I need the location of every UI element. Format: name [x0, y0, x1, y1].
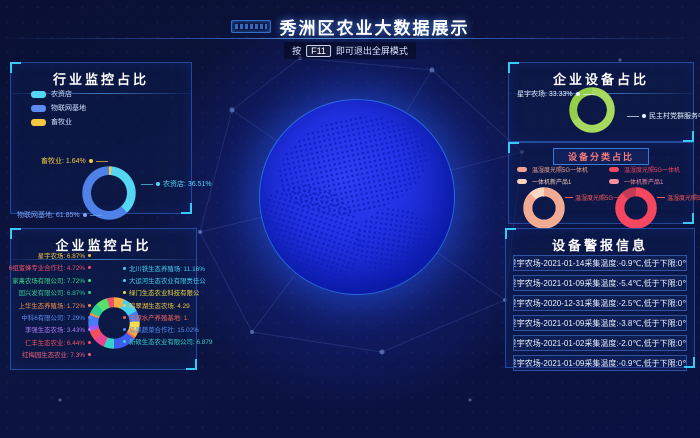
hint-suffix: 即可退出全屏模式 — [336, 44, 408, 57]
legend-item[interactable]: 一体机新产品1 — [609, 177, 680, 186]
alarm-row: 星宇农场-2021-01-02采集温度:-2.0℃,低于下限:0℃ — [513, 335, 687, 351]
legend-swatch — [517, 179, 527, 184]
device-class-donut[interactable] — [615, 187, 657, 229]
legend-swatch — [609, 167, 619, 172]
legend-item[interactable]: 一体机新产品1 — [517, 177, 588, 186]
panel-enterprise-ratio: 企业监控占比 星宇农场: 6.87% 6组蜜蜂专业合作社: 4.72% 家禽农场… — [10, 228, 197, 370]
panel-title: 企业设备占比 — [509, 63, 693, 88]
device-class-title: 设备分类占比 — [553, 148, 649, 165]
legend-label: 物联网基地 — [51, 103, 86, 113]
device-class-chart-right: 温湿度光照5G一体机 一体机新产品1 温湿度光照5G一… — [601, 165, 693, 223]
enterprise-labels-right: 北川铁生态养殖场: 11.16% 大运河生态农业有限责任公 绿门生态农业科技有限… — [123, 264, 193, 346]
panel-title: 设备警报信息 — [506, 229, 694, 254]
panel-alarms: 设备警报信息 星宇农场-2021-01-14采集温度:-0.9℃,低于下限:0℃… — [505, 228, 695, 368]
enterprise-label: 绿门生态农业科技有限公 — [123, 288, 199, 297]
fullscreen-hint: 按 F11 即可退出全屏模式 — [284, 42, 416, 59]
legend-label: 温湿度光照5G一体机 — [532, 165, 588, 174]
callout-device-right: 民主村党群服务中心: — [627, 111, 700, 121]
panel-title: 行业监控占比 — [11, 63, 191, 88]
page-title: 秀洲区农业大数据展示 — [280, 14, 470, 39]
legend-swatch — [31, 119, 46, 126]
enterprise-label: 新硕生态农业有限公司: 6.879 — [123, 337, 212, 346]
panel-device-class: 设备分类占比 温湿度光照5G一体机 一体机新产品1 温湿度光照5G一… — [508, 142, 694, 224]
enterprise-label: 鸣翠湖生态农场: 4.29 — [123, 301, 190, 310]
alarm-row: 星宇农场-2021-01-14采集温度:-0.9℃,低于下限:0℃ — [513, 255, 687, 271]
legend-label: 畜牧业 — [51, 117, 72, 127]
mini-legend: 温湿度光照5G一体机 一体机新产品1 — [517, 165, 588, 186]
legend-item[interactable]: 物联网基地 — [31, 103, 86, 113]
callout-store: 农资店: 36.51% — [141, 179, 212, 189]
enterprise-label: 家禽农场有限公司: 7.72% — [12, 276, 91, 285]
f11-keycap: F11 — [306, 45, 331, 57]
callout-iot: 物联网基地: 61.85% — [17, 210, 102, 220]
pointer-label: 温湿度光照5G一… — [657, 193, 700, 202]
header-divider — [0, 38, 700, 39]
legend-swatch — [31, 91, 46, 98]
legend-item[interactable]: 畜牧业 — [31, 117, 86, 127]
legend-swatch — [609, 179, 619, 184]
alarm-row: 星宇农场-2021-01-09采集温度:-5.4℃,低于下限:0℃ — [513, 275, 687, 291]
mini-legend: 温湿度光照5G一体机 一体机新产品1 — [609, 165, 680, 186]
logo-badge — [231, 20, 271, 33]
legend-label: 温湿度光照5G一体机 — [624, 165, 680, 174]
legend-item[interactable]: 温湿度光照5G一体机 — [609, 165, 680, 174]
device-class-donut[interactable] — [523, 187, 565, 229]
alarm-row: 星宇农场-2020-12-31采集温度:-2.5℃,低于下限:0℃ — [513, 295, 687, 311]
alarm-row: 星宇农场-2021-01-09采集温度:-0.9℃,低于下限:0℃ — [513, 355, 687, 371]
legend-label: 一体机新产品1 — [532, 177, 571, 186]
enterprise-labels-left: 星宇农场: 6.87% 6组蜜蜂专业合作社: 4.72% 家禽农场有限公司: 7… — [15, 251, 91, 359]
legend-swatch — [517, 167, 527, 172]
enterprise-label: 北川铁生态养殖场: 11.16% — [123, 264, 205, 273]
enterprise-label: 李强生态农场: 3.43% — [25, 325, 91, 334]
enterprise-label: 6组蜜蜂专业合作社: 4.72% — [9, 263, 91, 272]
alarm-row: 星宇农场-2021-01-09采集温度:-3.8℃,低于下限:0℃ — [513, 315, 687, 331]
enterprise-label: 丰源水产养殖基地: 1. — [123, 313, 189, 322]
dashboard: 秀洲区农业大数据展示 按 F11 即可退出全屏模式 行业监控占比 农资店 物联网… — [0, 0, 700, 438]
legend-label: 一体机新产品1 — [624, 177, 663, 186]
enterprise-label: 瓜果蔬菜合作社: 15.02% — [123, 325, 199, 334]
legend-label: 农资店 — [51, 89, 72, 99]
enterprise-label: 红梅园生态农业: 7.3% — [22, 350, 91, 359]
header: 秀洲区农业大数据展示 — [0, 14, 700, 39]
device-class-chart-left: 温湿度光照5G一体机 一体机新产品1 温湿度光照5G一… — [509, 165, 601, 223]
legend-item[interactable]: 农资店 — [31, 89, 86, 99]
hint-prefix: 按 — [292, 44, 301, 57]
callout-livestock: 畜牧业: 1.64% — [41, 156, 108, 166]
enterprise-label: 中科6有限公司: 7.29% — [21, 313, 91, 322]
enterprise-label: 仁丰生态农业: 6.44% — [25, 338, 91, 347]
enterprise-label: 国兴发有限公司: 6.87% — [19, 288, 91, 297]
callout-device-left: 星宇农场: 33.33% — [517, 89, 595, 99]
enterprise-label: 星宇农场: 6.87% — [38, 251, 91, 260]
enterprise-label: 上华生态养殖场: 1.72% — [19, 301, 91, 310]
panel-industry-ratio: 行业监控占比 农资店 物联网基地 畜牧业 畜牧业: 1.64% 农资店: 36.… — [10, 62, 192, 214]
legend-swatch — [31, 105, 46, 112]
alarm-list: 星宇农场-2021-01-14采集温度:-0.9℃,低于下限:0℃ 星宇农场-2… — [513, 255, 687, 371]
industry-legend: 农资店 物联网基地 畜牧业 — [31, 89, 86, 127]
enterprise-label: 大运河生态农业有限责任公 — [123, 276, 206, 285]
legend-item[interactable]: 温湿度光照5G一体机 — [517, 165, 588, 174]
panel-device-ratio: 企业设备占比 星宇农场: 33.33% 民主村党群服务中心: — [508, 62, 694, 142]
globe — [259, 99, 455, 295]
